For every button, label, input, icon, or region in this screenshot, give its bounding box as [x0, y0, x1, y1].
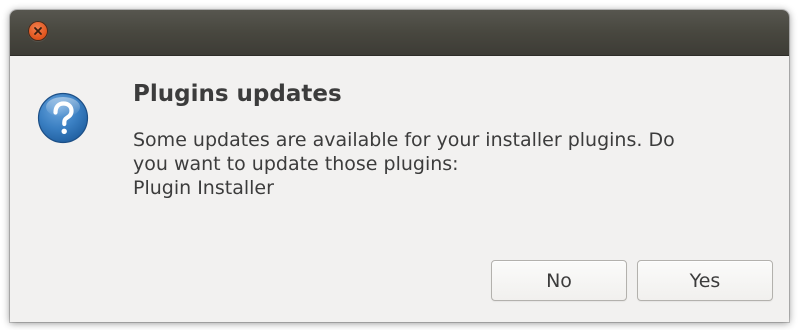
- close-icon: [34, 27, 42, 35]
- yes-button[interactable]: Yes: [637, 260, 773, 301]
- message-line: Some updates are available for your inst…: [133, 128, 675, 151]
- dialog-title: Plugins updates: [133, 81, 342, 107]
- dialog-window: Plugins updates Some updates are availab…: [10, 10, 789, 322]
- dialog-body: Plugins updates Some updates are availab…: [10, 56, 789, 322]
- no-button[interactable]: No: [491, 260, 627, 301]
- title-bar[interactable]: [10, 10, 789, 56]
- question-icon: [37, 92, 89, 144]
- dialog-buttons: No Yes: [491, 260, 773, 301]
- close-button[interactable]: [28, 21, 48, 41]
- dialog-content: Plugins updates Some updates are availab…: [133, 80, 779, 200]
- dialog-message: Some updates are available for your inst…: [133, 128, 779, 200]
- message-line: you want to update those plugins:: [133, 152, 459, 175]
- plugin-name: Plugin Installer: [133, 176, 274, 199]
